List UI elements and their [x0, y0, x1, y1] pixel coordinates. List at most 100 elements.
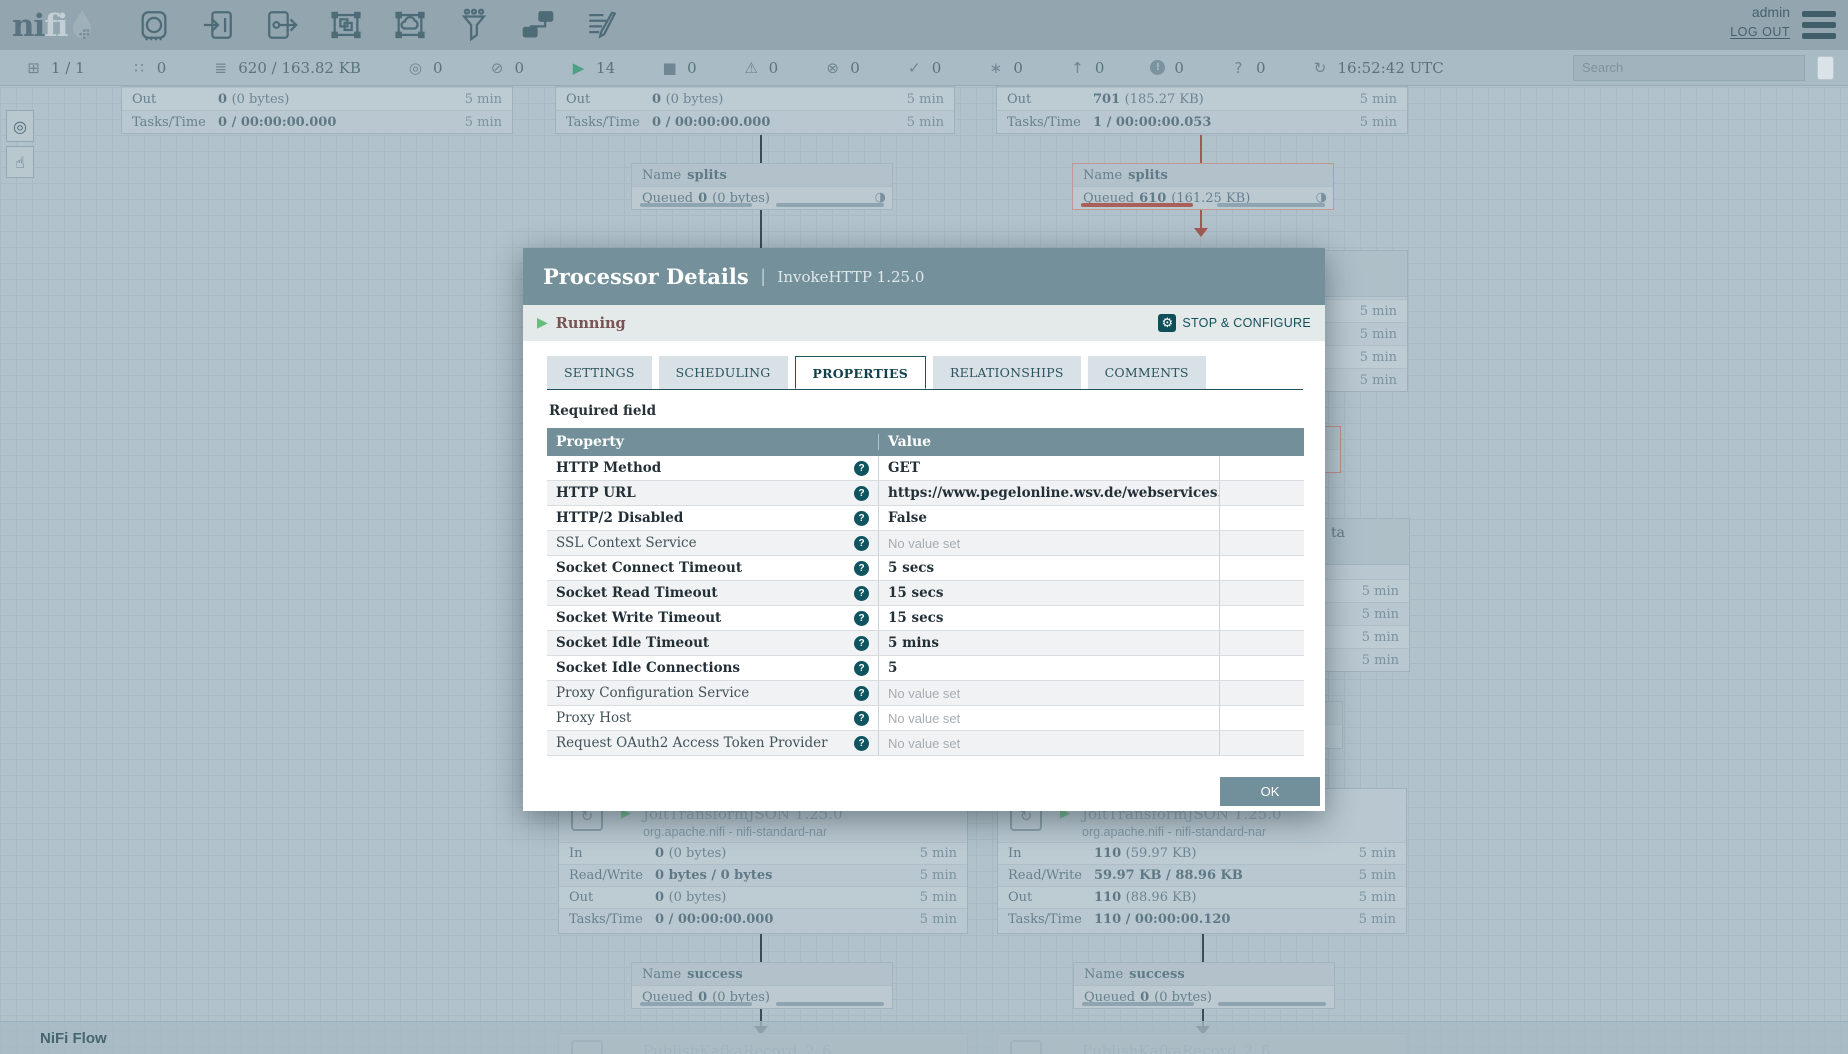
nifi-logo-text-dark: ni [12, 11, 44, 41]
sync-failure-icon: ? [1230, 59, 1247, 77]
processor-icon[interactable] [137, 8, 171, 42]
processor-top-3[interactable]: Out701 (185.27 KB)5 min Tasks/Time1 / 00… [996, 86, 1408, 134]
status-locally-modified: ∗0 [987, 59, 1023, 77]
ok-button[interactable]: OK [1220, 777, 1320, 806]
status-not-transmitting: ⊘0 [488, 59, 524, 77]
help-icon[interactable]: ? [854, 611, 869, 626]
status-threads: ∷0 [131, 59, 167, 77]
processor-top-2[interactable]: Out0 (0 bytes)5 min Tasks/Time0 / 00:00:… [555, 86, 955, 134]
property-row: Socket Idle Timeout?5 mins [547, 631, 1304, 656]
last-refresh-time: 16:52:42 UTC [1338, 59, 1444, 77]
funnel-icon[interactable] [457, 8, 491, 42]
property-row: Socket Connect Timeout?5 secs [547, 556, 1304, 581]
property-row: Proxy Configuration Service?No value set [547, 681, 1304, 706]
locally-modified-stale-icon: ! [1150, 60, 1165, 75]
processor-type-version: InvokeHTTP 1.25.0 [777, 268, 924, 286]
stale-icon: ↑ [1069, 59, 1086, 77]
status-stopped: ■0 [661, 59, 697, 77]
tab-relationships[interactable]: RELATIONSHIPS [933, 356, 1081, 389]
connection-success-1[interactable]: Namesuccess Queued0(0 bytes) [631, 962, 893, 1009]
processor-bundle: org.apache.nifi - nifi-standard-nar [643, 825, 827, 839]
load-balance-indicator-icon: ◑ [875, 190, 886, 205]
processor-bundle: org.apache.nifi - nifi-standard-nar [1082, 825, 1266, 839]
help-icon[interactable]: ? [854, 461, 869, 476]
status-running: ▶14 [570, 59, 615, 77]
processor-details-dialog: Processor Details | InvokeHTTP 1.25.0 ▶ … [523, 248, 1325, 811]
stopped-icon: ■ [661, 59, 678, 77]
threads-icon: ∷ [131, 59, 148, 77]
property-row: HTTP Method?GET [547, 456, 1304, 481]
refresh-icon[interactable]: ↻ [1312, 59, 1329, 77]
pan-hand-button[interactable]: ☝ [6, 146, 34, 178]
tab-settings[interactable]: SETTINGS [547, 356, 652, 389]
help-icon[interactable]: ? [854, 661, 869, 676]
help-icon[interactable]: ? [854, 536, 869, 551]
input-port-icon[interactable] [201, 8, 235, 42]
running-status-icon: ▶ [537, 315, 548, 331]
help-icon[interactable]: ? [854, 586, 869, 601]
current-user: admin [1730, 4, 1790, 20]
tab-scheduling[interactable]: SCHEDULING [659, 356, 788, 389]
hand-icon: ☝ [15, 153, 25, 172]
dialog-tabs: SETTINGS SCHEDULING PROPERTIES RELATIONS… [547, 356, 1303, 390]
property-row: Socket Write Timeout?15 secs [547, 606, 1304, 631]
status-invalid: ⚠0 [743, 59, 779, 77]
required-field-note: Required field [549, 403, 1301, 419]
connection-splits-1[interactable]: Namesplits Queued0(0 bytes) ◑ [631, 163, 893, 210]
stop-configure-gear-icon: ⚙ [1158, 314, 1176, 332]
logout-link[interactable]: LOG OUT [1730, 25, 1790, 39]
nifi-drop-icon [69, 9, 95, 41]
breadcrumb-bar: NiFi Flow [0, 1021, 1848, 1054]
top-toolbar: nifi admin LOG OUT [0, 0, 1848, 50]
panel-toggle-icon[interactable] [1817, 56, 1834, 80]
label-icon[interactable] [585, 8, 619, 42]
property-row: HTTP/2 Disabled?False [547, 506, 1304, 531]
stop-and-configure-button[interactable]: ⚙ STOP & CONFIGURE [1158, 314, 1311, 332]
help-icon[interactable]: ? [854, 511, 869, 526]
tab-properties[interactable]: PROPERTIES [795, 356, 926, 389]
connection-success-2[interactable]: Namesuccess Queued0(0 bytes) [1073, 962, 1335, 1009]
queued-icon: ≣ [212, 59, 229, 77]
tab-comments[interactable]: COMMENTS [1088, 356, 1206, 389]
help-icon[interactable]: ? [854, 636, 869, 651]
cluster-icon: ⊞ [25, 59, 42, 77]
dialog-header: Processor Details | InvokeHTTP 1.25.0 [523, 248, 1325, 305]
search-input[interactable] [1573, 55, 1805, 81]
birdseye-icon: ◎ [13, 117, 27, 136]
status-locally-modified-stale: !0 [1150, 59, 1184, 77]
status-bar: ⊞1 / 1 ∷0 ≣620 / 163.82 KB ◎0 ⊘0 ▶14 ■0 … [0, 50, 1848, 86]
dialog-title: Processor Details [543, 264, 749, 289]
remote-process-group-icon[interactable] [393, 8, 427, 42]
status-cluster: ⊞1 / 1 [25, 59, 85, 77]
process-group-icon[interactable] [329, 8, 363, 42]
nifi-logo-text-light: fi [44, 11, 67, 41]
property-row: HTTP URL?https://www.pegelonline.wsv.de/… [547, 481, 1304, 506]
connection-splits-2[interactable]: Namesplits Queued610(161.25 KB) ◑ [1072, 163, 1334, 210]
breadcrumb[interactable]: NiFi Flow [40, 1030, 107, 1047]
disabled-icon: ⊗ [824, 59, 841, 77]
property-row: Proxy Host?No value set [547, 706, 1304, 731]
status-up-to-date: ✓0 [906, 59, 942, 77]
help-icon[interactable]: ? [854, 561, 869, 576]
template-icon[interactable] [521, 8, 555, 42]
status-queued: ≣620 / 163.82 KB [212, 59, 361, 77]
load-balance-indicator-icon: ◑ [1316, 190, 1327, 205]
locally-modified-icon: ∗ [987, 59, 1004, 77]
property-row: Socket Read Timeout?15 secs [547, 581, 1304, 606]
output-port-icon[interactable] [265, 8, 299, 42]
birdseye-button[interactable]: ◎ [6, 110, 34, 142]
status-refresh[interactable]: ↻ 16:52:42 UTC [1312, 59, 1444, 77]
processor-top-1[interactable]: Out0 (0 bytes)5 min Tasks/Time0 / 00:00:… [121, 86, 513, 134]
up-to-date-icon: ✓ [906, 59, 923, 77]
help-icon[interactable]: ? [854, 686, 869, 701]
properties-table-header: Property Value [547, 428, 1304, 456]
property-row: Socket Idle Connections?5 [547, 656, 1304, 681]
global-menu-icon[interactable] [1802, 11, 1836, 39]
help-icon[interactable]: ? [854, 711, 869, 726]
status-sync-failure: ?0 [1230, 59, 1266, 77]
nifi-logo: nifi [12, 9, 122, 41]
status-stale: ↑0 [1069, 59, 1105, 77]
help-icon[interactable]: ? [854, 486, 869, 501]
running-status-label: Running [556, 315, 626, 332]
help-icon[interactable]: ? [854, 736, 869, 751]
